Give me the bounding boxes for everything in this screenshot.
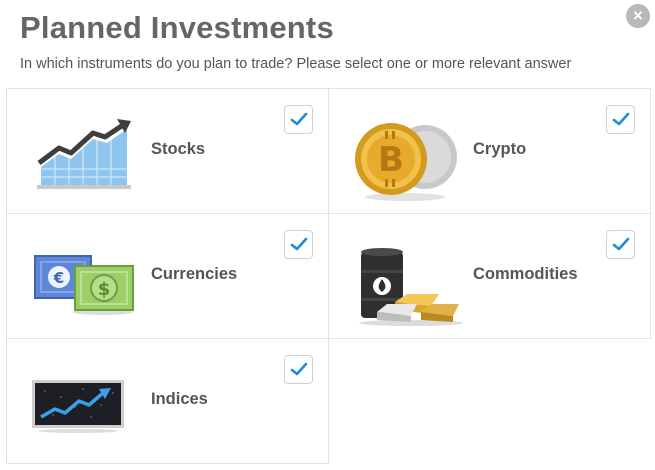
checkmark-icon (290, 237, 308, 251)
option-label-currencies: Currencies (151, 265, 238, 283)
option-card-commodities[interactable]: Commodities (328, 213, 651, 339)
option-label-commodities: Commodities (473, 265, 578, 283)
option-card-stocks[interactable]: Stocks (6, 88, 329, 214)
svg-text:€: € (53, 269, 64, 287)
checkmark-icon (290, 362, 308, 376)
checkbox-stocks[interactable] (284, 105, 313, 134)
checkbox-commodities[interactable] (606, 230, 635, 259)
index-screen-icon (31, 379, 127, 438)
oil-gold-icon (355, 246, 465, 331)
close-button[interactable]: × (626, 4, 650, 28)
page-subtitle: In which instruments do you plan to trad… (20, 56, 572, 72)
crypto-coins-icon: B (353, 117, 463, 208)
option-card-crypto[interactable]: B Crypto (328, 88, 651, 214)
option-card-indices[interactable]: Indices (6, 338, 329, 464)
checkbox-currencies[interactable] (284, 230, 313, 259)
stocks-chart-icon (35, 119, 131, 196)
checkmark-icon (612, 112, 630, 126)
svg-text:$: $ (98, 279, 111, 300)
option-label-stocks: Stocks (151, 140, 206, 158)
checkbox-indices[interactable] (284, 355, 313, 384)
option-label-indices: Indices (151, 390, 208, 408)
checkmark-icon (612, 237, 630, 251)
page-title: Planned Investments (20, 10, 334, 45)
currency-bills-icon: € $ (33, 252, 135, 321)
checkbox-crypto[interactable] (606, 105, 635, 134)
svg-text:B: B (378, 140, 404, 180)
option-label-crypto: Crypto (473, 140, 527, 158)
checkmark-icon (290, 112, 308, 126)
close-icon: × (633, 6, 643, 25)
option-card-currencies[interactable]: € $ Currencies (6, 213, 329, 339)
